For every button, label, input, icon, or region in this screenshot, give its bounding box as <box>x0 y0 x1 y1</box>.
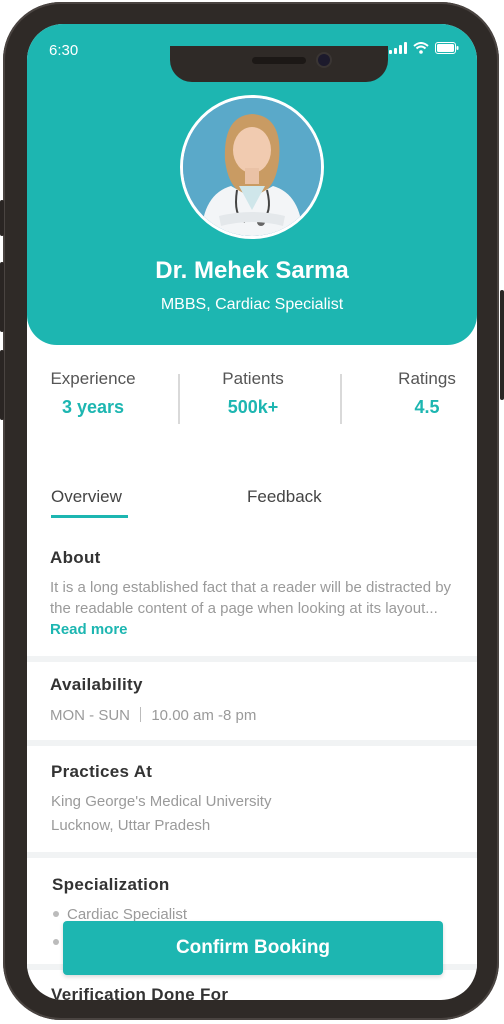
stat-value: 4.5 <box>414 397 440 417</box>
practices-line2: Lucknow, Uttar Pradesh <box>51 817 211 834</box>
app-screen: 6:30 Dr. Mehek Sarma MBBS, Cardiac Speci… <box>27 24 477 1000</box>
stats-row: Experience 3 years Patients 500k+ Rating… <box>27 369 477 429</box>
divider <box>178 374 180 424</box>
doctor-avatar <box>180 95 324 239</box>
stat-value: 3 years <box>61 397 125 417</box>
list-bullet <box>53 939 59 945</box>
divider <box>340 374 342 424</box>
stat-label: Patients <box>222 369 284 388</box>
section-separator <box>27 740 477 746</box>
power-button <box>500 290 504 400</box>
speaker-grille <box>252 57 306 64</box>
active-tab-indicator <box>51 515 128 518</box>
wifi-icon <box>413 42 429 54</box>
practices-title: Practices At <box>51 762 153 781</box>
practices-line1: King George's Medical University <box>51 793 272 810</box>
read-more-link[interactable]: Read more <box>50 621 128 638</box>
divider <box>140 707 142 722</box>
section-separator <box>27 852 477 858</box>
doctor-name: Dr. Mehek Sarma <box>155 257 349 284</box>
stat-label: Experience <box>50 369 136 388</box>
status-icons <box>389 42 459 54</box>
availability-title: Availability <box>50 675 143 694</box>
specialization-title: Specialization <box>52 875 170 894</box>
battery-icon <box>435 42 459 54</box>
tab-feedback[interactable]: Feedback <box>247 487 322 507</box>
stat-label: Ratings <box>398 369 456 388</box>
signal-icon <box>389 42 407 54</box>
stat-value: 500k+ <box>227 397 279 417</box>
side-button <box>0 350 4 420</box>
stat-patients: Patients 500k+ <box>193 369 313 418</box>
availability-hours: 10.00 am -8 pm <box>151 707 257 724</box>
side-button <box>0 200 4 236</box>
availability-text: MON - SUN 10.00 am -8 pm <box>50 705 256 726</box>
doctor-degree: MBBS, Cardiac Specialist <box>160 296 344 313</box>
camera-icon <box>318 54 330 66</box>
about-text: It is a long established fact that a rea… <box>50 577 460 640</box>
availability-days: MON - SUN <box>50 707 130 724</box>
about-body: It is a long established fact that a rea… <box>50 579 452 617</box>
verification-title: Verification Done For <box>51 985 229 1000</box>
stat-experience: Experience 3 years <box>33 369 153 418</box>
confirm-booking-button[interactable]: Confirm Booking <box>63 921 443 975</box>
stat-ratings: Ratings 4.5 <box>367 369 477 418</box>
phone-notch <box>170 46 388 82</box>
list-bullet <box>53 911 59 917</box>
status-time: 6:30 <box>49 42 79 59</box>
about-title: About <box>50 548 101 567</box>
section-separator <box>27 656 477 662</box>
tab-overview[interactable]: Overview <box>51 487 122 507</box>
side-button <box>0 262 4 332</box>
